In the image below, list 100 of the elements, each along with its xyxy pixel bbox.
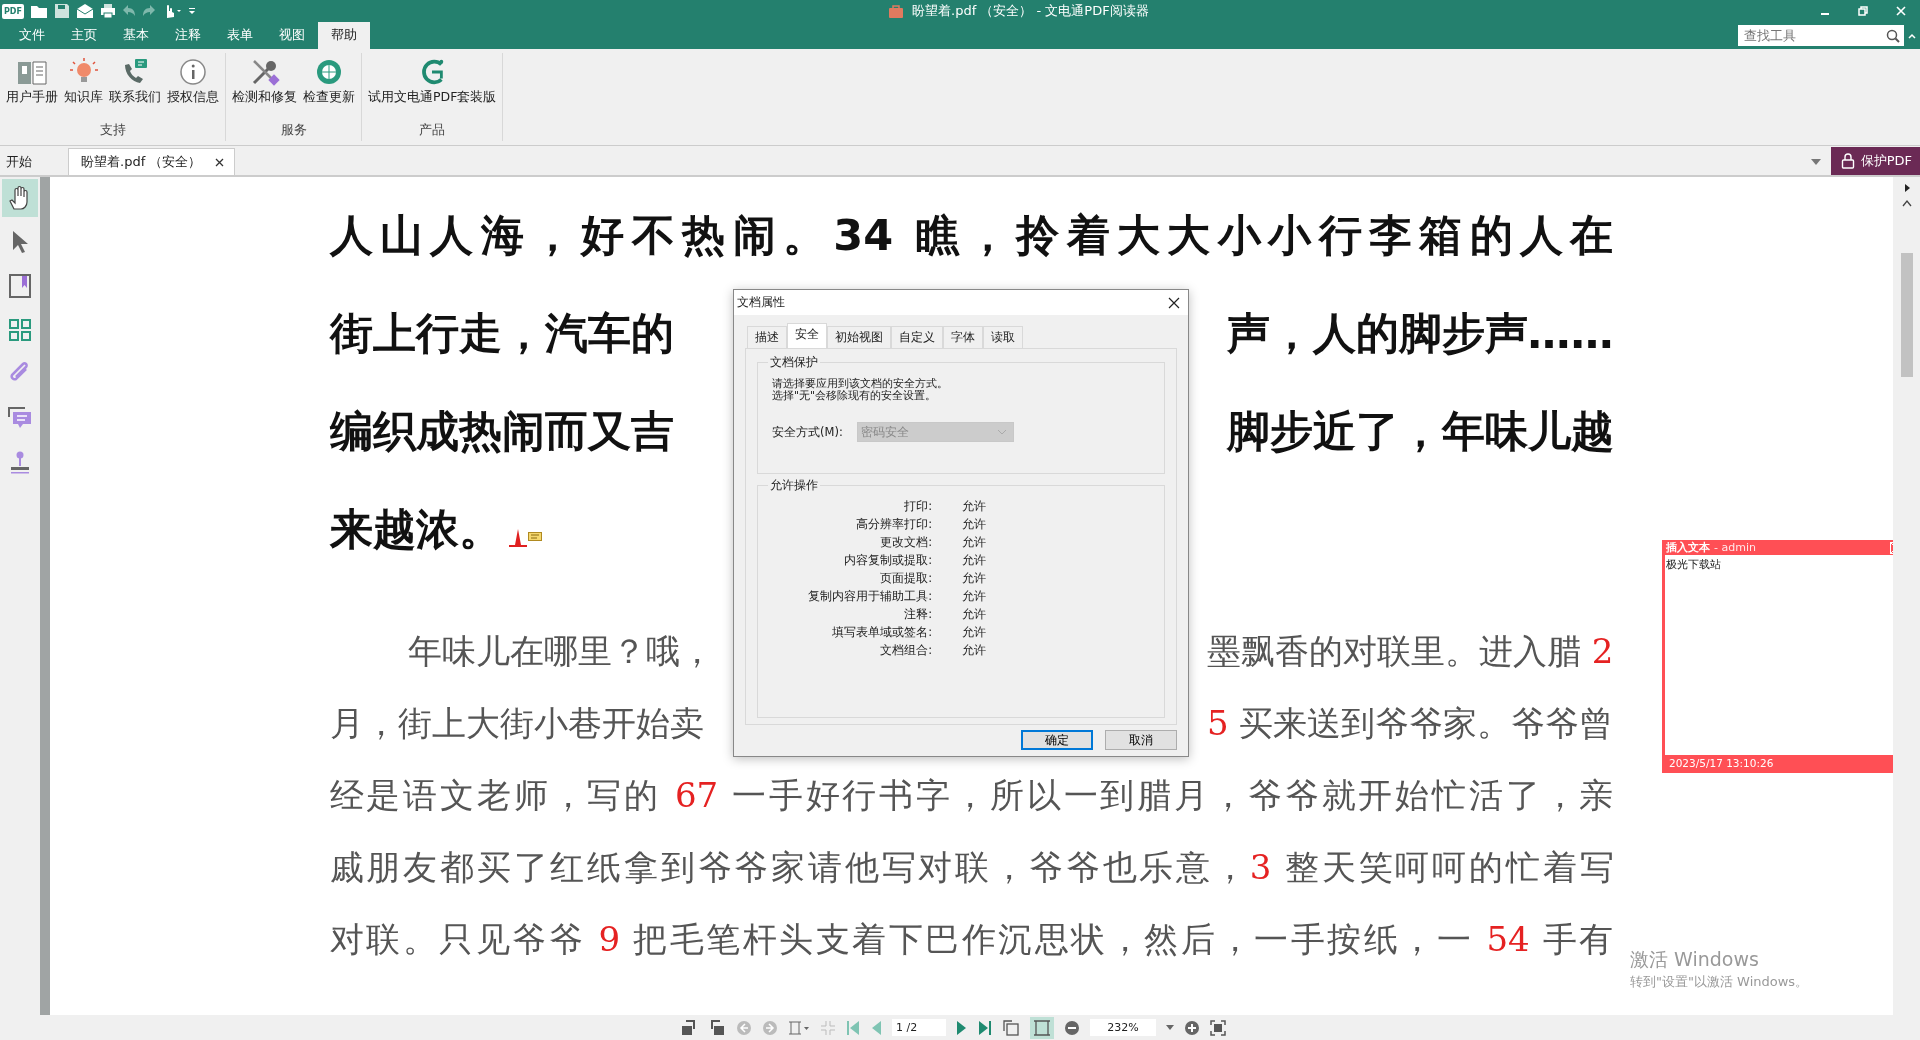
collapse-icon[interactable] [1908, 33, 1916, 39]
tab-label[interactable]: 开始 [6, 153, 32, 171]
restore-icon[interactable] [1858, 6, 1868, 16]
chevron-icon [996, 429, 1007, 435]
zoom-field[interactable]: 232% [1090, 1019, 1156, 1036]
dropdown-icon[interactable] [1166, 1025, 1174, 1030]
last-page-icon[interactable] [978, 1019, 992, 1036]
ribbon-button[interactable]: 试用文电通PDF套装版 [366, 55, 499, 122]
permission-label: 打印: [903, 499, 932, 514]
document-text: 来越浓。 [329, 503, 502, 556]
menu-tab[interactable]: 基本 [110, 22, 162, 49]
fit-page-icon[interactable] [1030, 1016, 1054, 1039]
document-text: 编织成热闹而又吉 [329, 405, 674, 458]
fit-width-icon[interactable] [788, 1019, 810, 1036]
document-text: 经是语文老师，写的 67 一手好行书字，所以一到腊月，爷爷就开始忙活了，亲 [329, 774, 1614, 817]
scrollbar-thumb[interactable] [1900, 253, 1913, 377]
ribbon-button[interactable]: 用户手册 [4, 55, 60, 122]
field-label: 安全方式(M): [772, 424, 843, 440]
stamp-icon [8, 449, 32, 475]
tab-label[interactable]: 盼望着.pdf （安全） [81, 153, 202, 171]
permission-value: 允许 [962, 535, 987, 550]
ribbon-button[interactable]: 知识库 [62, 55, 105, 122]
menu-tab[interactable]: 表单 [214, 22, 266, 49]
document-tab[interactable]: 开始 [0, 149, 68, 175]
permission-label: 注释: [903, 607, 932, 622]
document-text: 月，街上大街小巷开始卖 [329, 702, 704, 745]
close-icon[interactable] [1168, 296, 1180, 309]
dialog-tab[interactable]: 读取 [983, 326, 1023, 348]
scroll-up-icon[interactable] [1901, 199, 1912, 207]
permission-value: 允许 [962, 571, 987, 586]
permission-label: 更改文档: [879, 535, 932, 550]
permission-label: 页面提取: [879, 571, 932, 586]
ribbon-button[interactable]: 检测和修复 [230, 55, 299, 122]
dialog-tab[interactable]: 安全 [787, 323, 827, 348]
group-label: 服务 [280, 122, 307, 139]
document-text: 墨飘香的对联里。进入腊 2 [1207, 630, 1614, 673]
permission-value: 允许 [962, 553, 987, 568]
document-tab[interactable]: 盼望着.pdf （安全） [68, 148, 236, 175]
document-text: 5 买来送到爷爷家。爷爷曾 [1207, 702, 1614, 745]
note-text[interactable]: 极光下载站 [1665, 555, 1893, 755]
menu-tab[interactable]: 帮助 [318, 22, 370, 49]
menu-tab[interactable]: 注释 [162, 22, 214, 49]
group-label: 支持 [99, 122, 126, 139]
note-icon[interactable] [527, 532, 542, 542]
lock-icon [1840, 153, 1855, 169]
activation-title: 激活 Windows [1630, 947, 1760, 972]
permission-label: 填写表单域或签名: [831, 625, 932, 640]
document-text: 街上行走，汽车的 [329, 307, 674, 360]
dropdown-icon[interactable] [1810, 159, 1821, 165]
document-text: 声，人的脚步声…… [1226, 307, 1614, 360]
menu-tab[interactable]: 主页 [58, 22, 110, 49]
ok-button[interactable]: 确定 [1021, 730, 1093, 750]
ribbon-button[interactable]: 授权信息 [165, 55, 221, 122]
rotate-left-icon[interactable] [680, 1019, 698, 1036]
permission-value: 允许 [962, 517, 987, 532]
zoom-in-icon[interactable] [1184, 1019, 1200, 1036]
note-title: 插入文本 [1666, 540, 1710, 555]
document-text: 戚朋友都买了红纸拿到爷爷家请他写对联，爷爷也乐意，3 整天笑呵呵的忙着写 [329, 846, 1614, 889]
zoom-out-icon[interactable] [1064, 1019, 1080, 1036]
document-text: 脚步近了，年味儿越 [1226, 405, 1614, 458]
dialog-tab[interactable]: 初始视图 [827, 326, 891, 348]
save-icon[interactable] [53, 3, 70, 19]
protect-pdf-button[interactable]: 保护PDF [1830, 147, 1920, 175]
permission-value: 允许 [962, 607, 987, 622]
menu-tab[interactable]: 文件 [6, 22, 58, 49]
description-text: 选择"无"会移除现有的安全设置。 [772, 390, 937, 402]
ribbon-button[interactable]: 检查更新 [301, 55, 357, 122]
next-page-icon[interactable] [956, 1019, 968, 1036]
rotate-right-icon[interactable] [708, 1019, 726, 1036]
document-text: 对联。只见爷爷 9 把毛笔杆头支着下巴作沉思状，然后，一手按纸，一 54 手有 [329, 918, 1614, 961]
folder-icon[interactable] [29, 3, 48, 19]
dialog-tab[interactable]: 描述 [747, 326, 787, 348]
search-field[interactable]: 查找工具 [1738, 25, 1904, 46]
activation-hint: 转到"设置"以激活 Windows。 [1630, 973, 1809, 991]
permission-label: 复制内容用于辅助工具: [807, 589, 932, 604]
group-label: 产品 [419, 122, 446, 139]
menu-tab[interactable]: 视图 [266, 22, 318, 49]
customize-icon[interactable] [187, 6, 196, 16]
close-icon[interactable] [215, 157, 225, 167]
thumbnails-icon [8, 318, 32, 342]
document-text: 年味儿在哪里？哦， [406, 630, 714, 673]
info-icon [178, 57, 208, 87]
note-date: 2023/5/17 13:10:26 [1669, 756, 1774, 769]
description-text: 请选择要应用到该文档的安全方式。 [772, 378, 949, 390]
rotate-page-icon[interactable] [1002, 1018, 1020, 1037]
permission-label: 文档组合: [879, 643, 932, 658]
print-icon[interactable] [99, 3, 116, 19]
ribbon-button[interactable]: 联系我们 [107, 55, 163, 122]
page-number-field[interactable]: 1 /2 [892, 1019, 946, 1036]
window-title: 盼望着.pdf （安全） - 文电通PDF阅读器 [912, 2, 1149, 20]
tool-button[interactable] [2, 179, 38, 217]
dialog-tab[interactable]: 字体 [943, 326, 983, 348]
search-icon[interactable] [1886, 29, 1900, 43]
cancel-button[interactable]: 取消 [1105, 730, 1177, 750]
dialog-tab[interactable]: 自定义 [891, 326, 943, 348]
mail-icon[interactable] [75, 3, 94, 19]
bookmark-icon [8, 273, 32, 299]
document-text: 人山人海，好不热闹。34 瞧，拎着大大小小行李箱的人在 [329, 209, 1614, 262]
group-title: 文档保护 [769, 355, 819, 370]
fullscreen-icon[interactable] [1210, 1019, 1226, 1036]
